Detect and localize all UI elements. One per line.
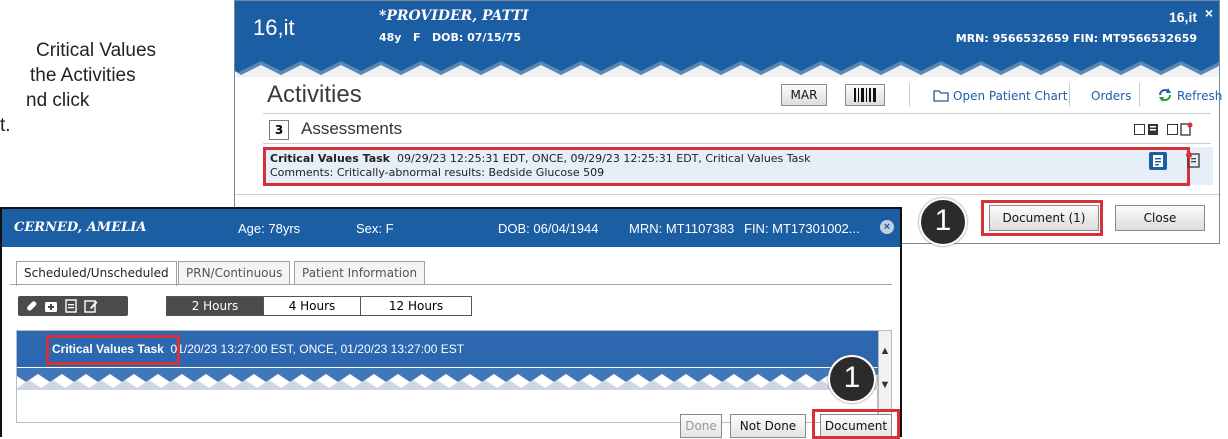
filter-12-hours[interactable]: 12 Hours xyxy=(360,296,472,316)
highlight-box-document xyxy=(812,409,900,439)
patient-name: CERNED, AMELIA xyxy=(14,220,147,235)
patient-mrn: MRN: MT1107383 xyxy=(629,221,735,236)
med-bag-icon[interactable] xyxy=(44,299,58,313)
patient-demographics: 48y F DOB: 07/15/75 xyxy=(379,31,522,44)
highlight-box-document xyxy=(981,200,1103,236)
edit-form-icon[interactable] xyxy=(84,299,98,313)
toolbar-divider xyxy=(1069,83,1070,107)
orders-link[interactable]: Orders xyxy=(1091,89,1131,103)
action-icon-toolbar xyxy=(18,296,128,316)
document-task-icon[interactable] xyxy=(1149,152,1167,170)
folder-icon xyxy=(933,90,949,102)
tab-divider xyxy=(10,284,892,285)
toolbar-divider xyxy=(909,83,910,107)
task-clipboard-icon[interactable] xyxy=(1185,151,1203,169)
instruction-text: Critical Values the Activities nd click … xyxy=(0,38,230,138)
filter-4-hours[interactable]: 4 Hours xyxy=(263,296,361,316)
instruction-line: Critical Values xyxy=(36,40,157,61)
task-details: 01/20/23 13:27:00 EST, ONCE, 01/20/23 13… xyxy=(170,342,465,356)
open-patient-chart-link[interactable]: Open Patient Chart xyxy=(953,89,1067,103)
document-icon xyxy=(1148,124,1158,135)
torn-edge-decoration xyxy=(17,368,878,390)
close-icon[interactable]: × xyxy=(880,220,894,234)
mrn-fin: MRN: 9566532659 FIN: MT9566532659 xyxy=(955,32,1197,45)
barcode-icon xyxy=(854,88,876,102)
scroll-up-icon[interactable]: ▲ xyxy=(879,345,891,357)
patient-name: *PROVIDER, PATTI xyxy=(379,8,529,24)
step-callout: 1 xyxy=(828,355,876,403)
select-all-checkbox[interactable] xyxy=(1134,124,1145,135)
close-button[interactable]: Close xyxy=(1115,205,1205,231)
torn-edge-decoration xyxy=(235,61,1219,77)
banner-right-label: 16,it xyxy=(1168,9,1197,25)
refresh-link[interactable]: Refresh xyxy=(1177,89,1222,103)
patient-fin: FIN: MT17301002... xyxy=(744,221,860,236)
patient-banner: CERNED, AMELIA Age: 78yrs Sex: F DOB: 06… xyxy=(2,209,900,247)
tab-scheduled-unscheduled[interactable]: Scheduled/Unscheduled xyxy=(16,261,177,286)
instruction-line: nd click xyxy=(26,90,90,111)
instruction-line: the Activities xyxy=(30,65,136,86)
mar-button[interactable]: MAR xyxy=(781,84,827,106)
section-label: Assessments xyxy=(301,119,403,138)
banner-tab-label: 16,it xyxy=(253,15,295,40)
barcode-button[interactable] xyxy=(845,84,885,106)
page-title: Activities xyxy=(267,81,362,108)
task-list-window: CERNED, AMELIA Age: 78yrs Sex: F DOB: 06… xyxy=(0,207,902,439)
highlight-box-task xyxy=(263,147,1190,186)
tab-patient-information[interactable]: Patient Information xyxy=(294,261,426,284)
patient-dob: DOB: 06/04/1944 xyxy=(498,221,599,236)
pill-icon[interactable] xyxy=(24,299,38,313)
patient-age: Age: 78yrs xyxy=(238,221,301,236)
divider xyxy=(235,194,1219,195)
patient-banner: 16,it *PROVIDER, PATTI 48y F DOB: 07/15/… xyxy=(235,1,1219,65)
instruction-line: t. xyxy=(0,115,11,136)
scroll-down-icon[interactable]: ▼ xyxy=(879,379,891,391)
filter-2-hours[interactable]: 2 Hours xyxy=(166,296,264,316)
clipboard-icon xyxy=(1180,122,1193,136)
patient-sex: Sex: F xyxy=(356,221,394,236)
divider xyxy=(263,143,1211,144)
select-all-checkbox-2[interactable] xyxy=(1167,124,1178,135)
assessment-count-badge: 3 xyxy=(269,120,289,140)
divider xyxy=(263,113,1211,114)
not-done-button[interactable]: Not Done xyxy=(730,414,806,438)
done-button[interactable]: Done xyxy=(680,414,722,438)
toolbar-divider xyxy=(1139,83,1140,107)
highlight-box-task-name xyxy=(46,335,180,365)
tab-prn-continuous[interactable]: PRN/Continuous xyxy=(178,261,291,284)
close-icon[interactable]: × xyxy=(1205,5,1213,21)
refresh-icon[interactable] xyxy=(1157,87,1173,103)
step-callout: 1 xyxy=(919,198,967,246)
clipboard-icon[interactable] xyxy=(64,299,78,313)
